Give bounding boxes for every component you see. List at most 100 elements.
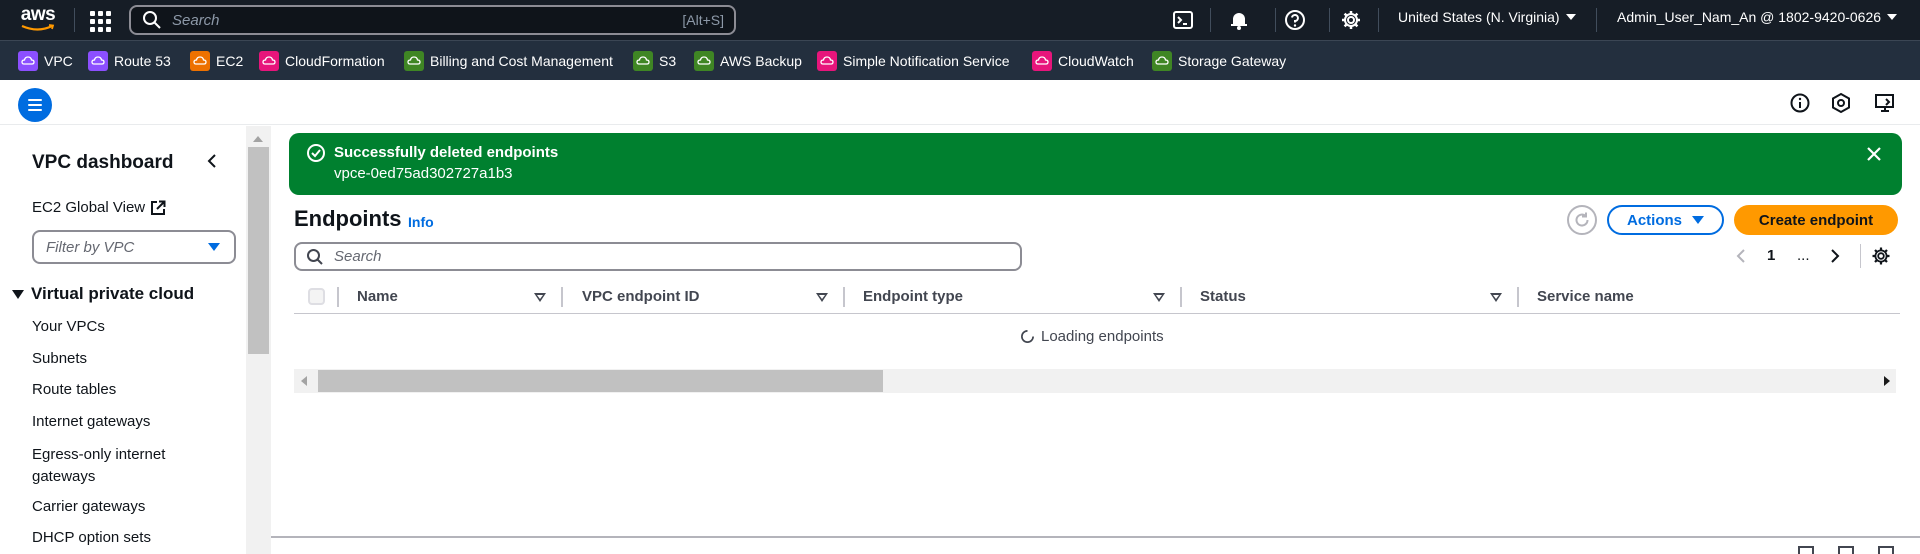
sidebar-item-route-tables[interactable]: Route tables [32, 381, 116, 398]
service-icon [1032, 51, 1052, 71]
table-horizontal-scrollbar[interactable] [294, 369, 1896, 393]
sidebar-item-internet-gateways[interactable]: Internet gateways [32, 413, 150, 430]
sidebar-item-your-vpcs[interactable]: Your VPCs [32, 318, 105, 335]
favorite-simple-notification-service[interactable]: Simple Notification Service [817, 49, 1010, 73]
global-search-input[interactable]: Search [Alt+S] [129, 5, 736, 35]
success-check-icon [307, 144, 325, 162]
column-divider [561, 287, 563, 307]
favorite-label: Route 53 [114, 53, 171, 69]
utility-bar [0, 80, 1920, 125]
sidebar-item-ec2-global-view[interactable]: EC2 Global View [32, 199, 166, 216]
column-header-status[interactable]: Status [1200, 288, 1246, 305]
table-header: Name VPC endpoint ID Endpoint type Statu… [294, 284, 1900, 314]
column-divider [1517, 287, 1519, 307]
account-label: Admin_User_Nam_An @ 1802-9420-0626 [1617, 9, 1882, 25]
scroll-up-icon[interactable] [253, 136, 263, 142]
create-endpoint-button[interactable]: Create endpoint [1734, 205, 1898, 235]
select-all-checkbox[interactable] [308, 288, 325, 305]
favorite-aws-backup[interactable]: AWS Backup [694, 49, 802, 73]
account-menu[interactable]: Admin_User_Nam_An @ 1802-9420-0626 [1617, 9, 1898, 25]
flash-heading: Successfully deleted endpoints [334, 144, 559, 161]
caret-down-icon [208, 243, 220, 251]
endpoints-search-input[interactable]: Search [294, 242, 1022, 271]
scroll-left-icon[interactable] [301, 376, 307, 386]
refresh-button[interactable] [1567, 205, 1597, 235]
sidebar-item-subnets[interactable]: Subnets [32, 350, 87, 367]
help-icon[interactable] [1284, 9, 1306, 31]
side-navigation-toggle[interactable] [18, 88, 52, 122]
scrollbar-thumb[interactable] [318, 370, 883, 392]
cloudshell-icon[interactable] [1172, 9, 1194, 31]
favorite-s3[interactable]: S3 [633, 49, 676, 73]
caret-down-icon [1565, 13, 1576, 20]
favorite-billing-and-cost-management[interactable]: Billing and Cost Management [404, 49, 613, 73]
column-header-vpc-endpoint-id[interactable]: VPC endpoint ID [582, 288, 700, 305]
favorite-storage-gateway[interactable]: Storage Gateway [1152, 49, 1286, 73]
feedback-icon[interactable] [1830, 92, 1852, 114]
chevron-left-icon[interactable] [1734, 247, 1748, 265]
page-number[interactable]: 1 [1767, 247, 1775, 264]
favorite-label: CloudWatch [1058, 53, 1134, 69]
aws-logo-text: aws [20, 4, 56, 25]
actions-button[interactable]: Actions [1607, 205, 1724, 235]
favorite-route-53[interactable]: Route 53 [88, 49, 171, 73]
split-panel-side-icon[interactable] [1838, 546, 1854, 554]
split-panel-divider[interactable] [271, 536, 1920, 538]
chevron-left-icon[interactable] [203, 152, 221, 170]
bell-icon[interactable] [1228, 9, 1250, 31]
sidebar-item-egress-only-internet-gateways[interactable]: Egress-only internet gateways [32, 444, 202, 488]
gear-icon[interactable] [1340, 9, 1362, 31]
pagination-divider [1860, 244, 1861, 268]
favorite-cloudwatch[interactable]: CloudWatch [1032, 49, 1134, 73]
chevron-right-icon[interactable] [1828, 247, 1842, 265]
search-placeholder: Search [334, 248, 382, 265]
sidebar-title[interactable]: VPC dashboard [32, 152, 173, 174]
column-header-service-name[interactable]: Service name [1537, 288, 1634, 305]
sort-icon[interactable] [534, 293, 546, 302]
split-panel-hide-icon[interactable] [1878, 546, 1894, 554]
favorite-label: Billing and Cost Management [430, 53, 613, 69]
service-icon [259, 51, 279, 71]
close-icon[interactable] [1864, 144, 1884, 164]
services-grid-icon[interactable] [88, 9, 111, 32]
info-link[interactable]: Info [408, 214, 434, 230]
service-icon [633, 51, 653, 71]
loading-indicator: Loading endpoints [1020, 328, 1164, 345]
sort-icon[interactable] [1490, 293, 1502, 302]
vpc-filter-select[interactable]: Filter by VPC [32, 230, 236, 264]
favorite-ec2[interactable]: EC2 [190, 49, 243, 73]
column-divider [337, 287, 339, 307]
favorite-vpc[interactable]: VPC [18, 49, 73, 73]
info-icon[interactable] [1789, 92, 1811, 114]
gear-icon[interactable] [1871, 246, 1891, 266]
sidebar-section-virtual-private-cloud[interactable]: Virtual private cloud [12, 284, 194, 304]
scrollbar-thumb[interactable] [248, 147, 269, 354]
favorites-bar: VPC Route 53 EC2 CloudFormation Billing and … [0, 40, 1920, 80]
spinner-icon [1021, 330, 1034, 343]
search-icon [307, 248, 323, 265]
sidebar-item-dhcp-option-sets[interactable]: DHCP option sets [32, 529, 151, 546]
region-selector[interactable]: United States (N. Virginia) [1398, 9, 1576, 25]
sidebar-scrollbar[interactable] [246, 126, 271, 554]
sort-icon[interactable] [816, 293, 828, 302]
region-label: United States (N. Virginia) [1398, 9, 1560, 25]
favorite-cloudformation[interactable]: CloudFormation [259, 49, 385, 73]
service-icon [18, 51, 38, 71]
nav-divider [1210, 8, 1211, 32]
external-link-icon [151, 200, 166, 215]
service-icon [1152, 51, 1172, 71]
column-header-name[interactable]: Name [357, 288, 398, 305]
sidebar-item-carrier-gateways[interactable]: Carrier gateways [32, 498, 145, 515]
favorite-label: VPC [44, 53, 73, 69]
tutorial-panel-icon[interactable] [1874, 92, 1896, 114]
scroll-right-icon[interactable] [1884, 376, 1890, 386]
page-title: Endpoints [294, 206, 402, 231]
sidebar-item-label: EC2 Global View [32, 199, 146, 216]
split-panel-bottom-icon[interactable] [1798, 546, 1814, 554]
flash-body: vpce-0ed75ad302727a1b3 [334, 165, 513, 182]
column-header-endpoint-type[interactable]: Endpoint type [863, 288, 963, 305]
page-ellipsis: ... [1797, 247, 1810, 264]
loading-text: Loading endpoints [1041, 328, 1164, 345]
sort-icon[interactable] [1153, 293, 1165, 302]
aws-logo[interactable]: aws [18, 5, 58, 35]
